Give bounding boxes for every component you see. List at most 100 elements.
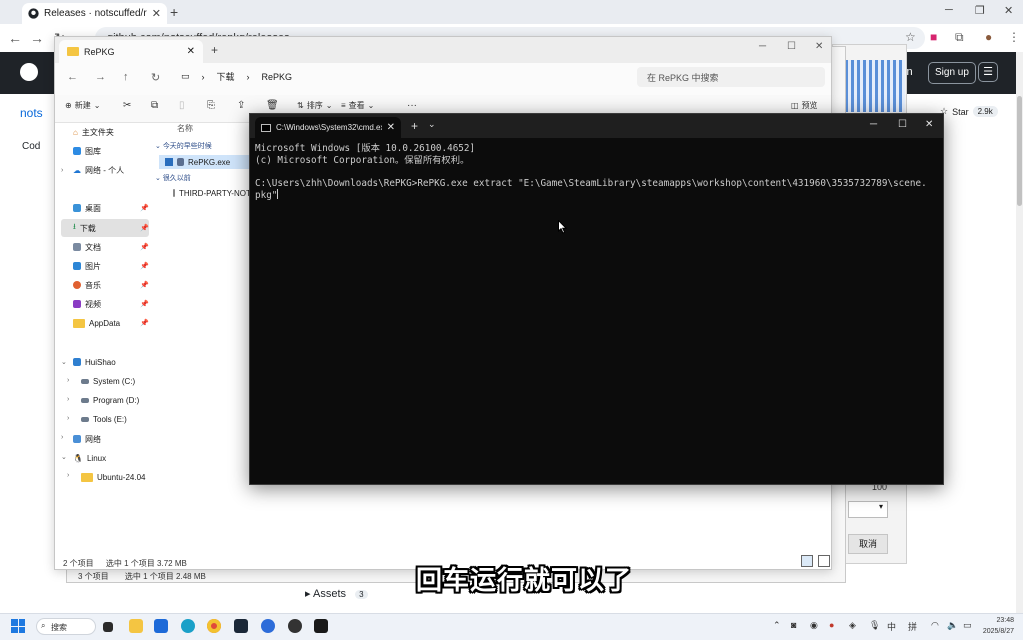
sidebar-item-ubuntu[interactable]: Ubuntu-24.04	[69, 468, 157, 486]
checkbox[interactable]	[165, 158, 173, 166]
repo-owner-link[interactable]: nots	[20, 106, 43, 120]
tiles-view-icon[interactable]	[818, 555, 830, 567]
file-row-repkg-exe[interactable]: RePKG.exe	[159, 155, 251, 169]
rename-icon[interactable]: ⎘	[207, 100, 215, 111]
task-view-icon[interactable]	[103, 622, 113, 632]
terminal-maximize-button[interactable]: ☐	[898, 119, 907, 130]
sort-button[interactable]: ⇅ 排序 ⌄	[297, 100, 332, 111]
explorer-maximize-button[interactable]: ☐	[787, 41, 796, 52]
sidebar-item-pictures[interactable]: 图片 📌	[61, 257, 149, 275]
taskbar-search[interactable]: ⌕ 搜索	[36, 618, 96, 635]
assets-toggle[interactable]: ▸ Assets 3	[305, 587, 368, 600]
sign-up-button[interactable]: Sign up	[928, 62, 976, 84]
tray-app-icon[interactable]: ◙	[791, 620, 796, 630]
taskbar-clock[interactable]: 23:48 2025/8/27	[978, 615, 1014, 637]
explorer-tab[interactable]: RePKG ✕	[59, 40, 203, 63]
explorer-up-icon[interactable]: ↑	[123, 71, 129, 83]
explorer-minimize-button[interactable]: ─	[759, 41, 766, 52]
preview-button[interactable]: ◫ 预览	[791, 100, 818, 111]
pin-icon[interactable]: 📌	[140, 300, 149, 308]
github-logo-icon[interactable]	[20, 63, 38, 81]
copy-icon[interactable]: ⧉	[151, 100, 158, 111]
sidebar-item-home[interactable]: ⌂ 主文件夹	[61, 123, 149, 141]
dialog-dropdown[interactable]: ▾	[848, 501, 888, 518]
profile-avatar-icon[interactable]: ●	[985, 30, 992, 44]
edge-taskbar-icon[interactable]	[181, 619, 195, 633]
terminal-taskbar-icon[interactable]	[314, 619, 328, 633]
extensions-puzzle-icon[interactable]: ⧉	[955, 30, 964, 45]
page-scroll-thumb[interactable]	[1017, 96, 1022, 206]
explorer-new-tab-button[interactable]: +	[211, 43, 218, 57]
code-tab[interactable]: Cod	[22, 141, 40, 152]
breadcrumb-repkg[interactable]: RePKG	[262, 72, 293, 82]
sidebar-item-drive-d[interactable]: Program (D:)	[69, 391, 157, 409]
sidebar-item-drive-e[interactable]: Tools (E:)	[69, 410, 157, 428]
browser-menu-icon[interactable]: ⋮	[1008, 30, 1020, 44]
browser-tab[interactable]: Releases · notscuffed/repkg ✕	[22, 3, 167, 24]
share-icon[interactable]: ⇪	[237, 100, 245, 111]
terminal-new-tab-button[interactable]: +	[411, 119, 418, 133]
input-language-indicator[interactable]: 中	[887, 620, 896, 633]
terminal-dropdown-icon[interactable]: ⌄	[428, 119, 436, 130]
battery-icon[interactable]: ▭	[963, 620, 972, 631]
file-explorer-taskbar-icon[interactable]	[129, 619, 143, 633]
sidebar-item-desktop[interactable]: 桌面 📌	[61, 199, 149, 217]
new-button[interactable]: ⊕ 新建 ⌄	[65, 100, 100, 111]
back-arrow-icon[interactable]: ←	[8, 30, 22, 46]
sidebar-item-downloads[interactable]: ⭳ 下载 📌	[61, 219, 149, 237]
pin-icon[interactable]: 📌	[140, 204, 149, 212]
column-header-name[interactable]: 名称	[177, 123, 193, 134]
browser-minimize-button[interactable]: ─	[945, 4, 953, 16]
terminal-tab[interactable]: C:\Windows\System32\cmd.exe ✕	[255, 117, 401, 138]
pin-icon[interactable]: 📌	[140, 243, 149, 251]
explorer-refresh-icon[interactable]: ↻	[151, 71, 160, 84]
monitor-icon[interactable]: ▭	[181, 71, 190, 82]
browser-new-tab-button[interactable]: +	[170, 4, 178, 20]
pin-icon[interactable]: 📌	[140, 281, 149, 289]
store-taskbar-icon[interactable]	[154, 619, 168, 633]
view-button[interactable]: ≡ 查看 ⌄	[341, 100, 374, 111]
microphone-icon[interactable]: 🎙	[869, 620, 880, 631]
dialog-cancel-button[interactable]: 取消	[848, 534, 888, 554]
terminal-minimize-button[interactable]: ─	[870, 119, 877, 130]
browser-maximize-button[interactable]: ❐	[975, 4, 985, 17]
sidebar-item-onedrive[interactable]: ☁ 网络 - 个人	[61, 161, 149, 179]
sidebar-item-documents[interactable]: 文档 📌	[61, 238, 149, 256]
delete-icon[interactable]: 🗑	[266, 100, 279, 111]
extension-icon[interactable]: ■	[930, 30, 937, 44]
pin-icon[interactable]: 📌	[140, 262, 149, 270]
sidebar-item-this-pc[interactable]: HuiShao	[61, 353, 149, 371]
sidebar-item-network[interactable]: 网络	[61, 430, 149, 448]
steam-tray-icon[interactable]: ◉	[810, 620, 818, 631]
breadcrumb-downloads[interactable]: 下载	[217, 70, 235, 83]
tray-app-icon[interactable]: ●	[829, 620, 834, 630]
browser-close-button[interactable]: ✕	[1004, 4, 1013, 17]
details-view-icon[interactable]	[801, 555, 813, 567]
explorer-forward-icon[interactable]: →	[95, 71, 106, 83]
chevron-up-icon[interactable]: ⌃	[773, 620, 781, 631]
steam-taskbar-icon[interactable]	[234, 619, 248, 633]
browser-tab-close-icon[interactable]: ✕	[152, 7, 161, 20]
console-output[interactable]: Microsoft Windows [版本 10.0.26100.4652] (c…	[255, 143, 937, 202]
sidebar-item-drive-c[interactable]: System (C:)	[69, 372, 157, 390]
paste-icon[interactable]: ▯	[179, 100, 185, 111]
sidebar-item-linux[interactable]: 🐧 Linux	[61, 449, 149, 467]
windows-start-icon[interactable]	[11, 619, 25, 633]
forward-arrow-icon[interactable]: →	[30, 30, 44, 46]
explorer-tab-close-icon[interactable]: ✕	[187, 46, 195, 57]
ime-mode-indicator[interactable]: 拼	[908, 620, 917, 633]
app-taskbar-icon[interactable]	[261, 619, 275, 633]
sidebar-item-appdata[interactable]: AppData 📌	[61, 314, 149, 332]
sidebar-item-music[interactable]: 音乐 📌	[61, 276, 149, 294]
chrome-taskbar-icon[interactable]	[207, 619, 221, 633]
file-row-third-party-notices[interactable]: THIRD-PARTY-NOTICES.txt	[159, 186, 251, 200]
wifi-icon[interactable]: ◠	[931, 620, 939, 631]
bookmark-star-icon[interactable]: ☆	[905, 30, 916, 44]
group-header-today[interactable]: ⌄ 今天的早些时候	[155, 141, 212, 151]
obs-taskbar-icon[interactable]	[288, 619, 302, 633]
pin-icon[interactable]: 📌	[140, 319, 149, 327]
cut-icon[interactable]: ✂	[123, 100, 131, 111]
explorer-close-button[interactable]: ✕	[815, 41, 823, 52]
explorer-search-input[interactable]: 在 RePKG 中搜索	[637, 67, 825, 87]
terminal-tab-close-icon[interactable]: ✕	[387, 122, 395, 133]
